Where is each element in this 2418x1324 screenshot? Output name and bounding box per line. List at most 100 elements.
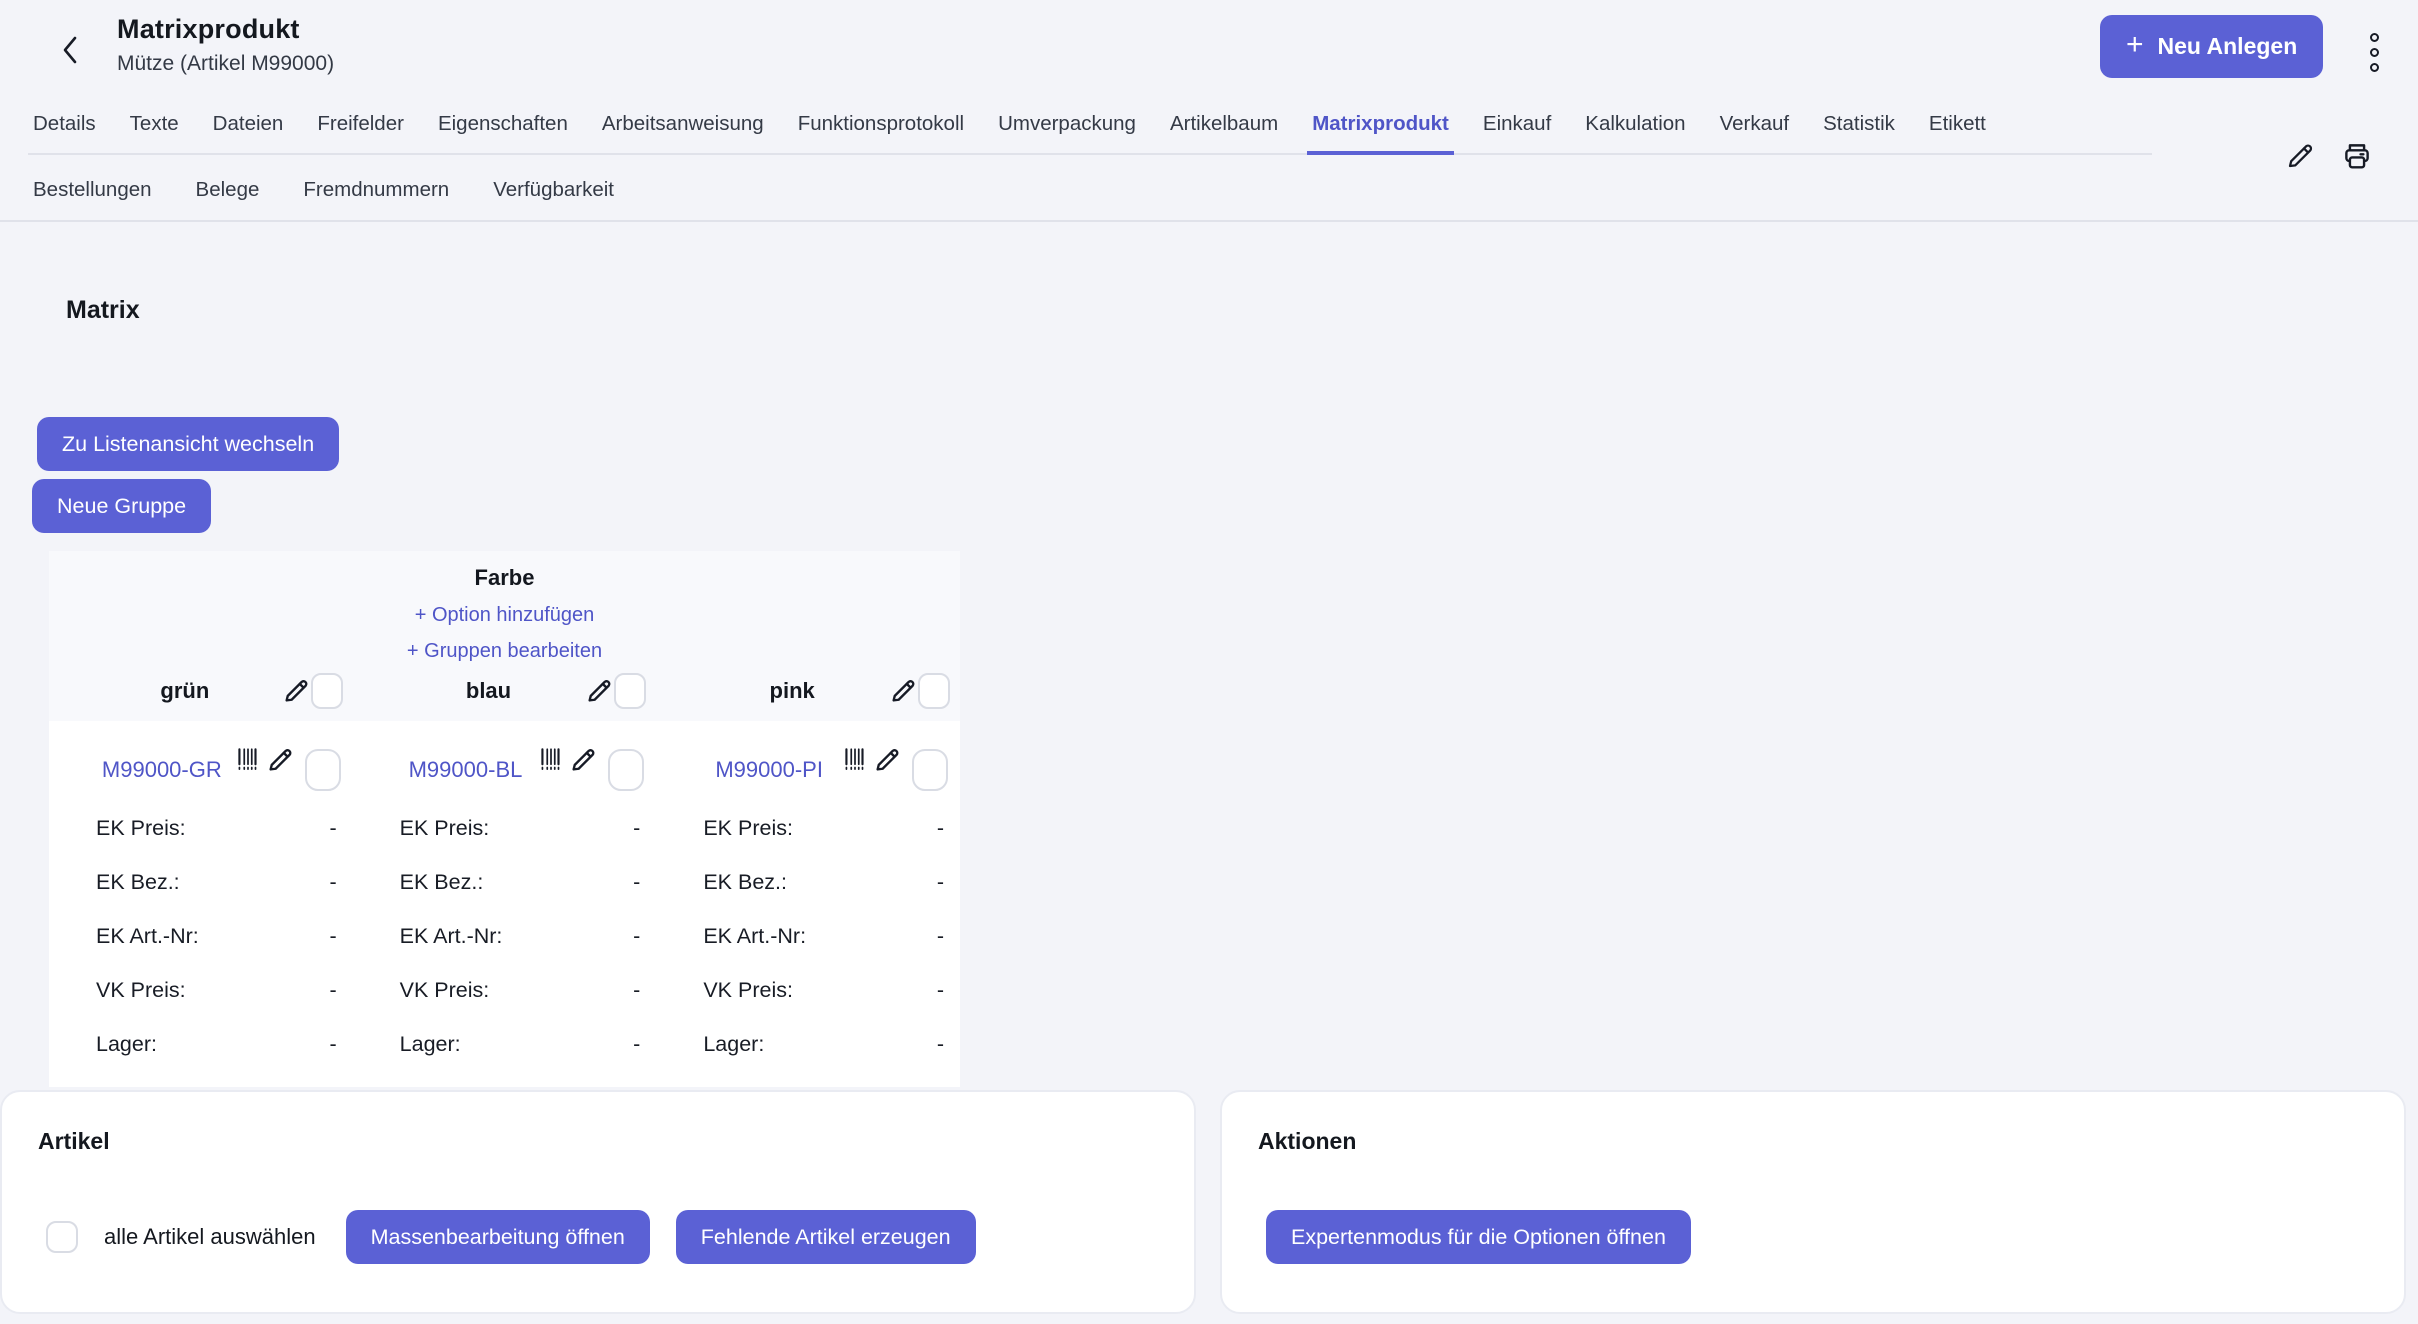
new-group-button[interactable]: Neue Gruppe <box>32 479 211 533</box>
tab-funktionsprotokoll[interactable]: Funktionsprotokoll <box>793 112 969 155</box>
tab-artikelbaum[interactable]: Artikelbaum <box>1165 112 1283 155</box>
edit-button[interactable] <box>2284 140 2316 172</box>
pencil-icon <box>872 745 902 775</box>
barcode-button[interactable] <box>842 745 868 775</box>
article-icons <box>842 745 902 775</box>
article-cell-bl: M99000-BL <box>353 739 657 801</box>
row-value: - <box>329 1032 336 1057</box>
new-create-label: Neu Anlegen <box>2158 33 2298 60</box>
tab-einkauf[interactable]: Einkauf <box>1478 112 1556 155</box>
tab-strip-tools <box>2284 139 2374 173</box>
option-header-pink: pink <box>656 673 960 709</box>
print-button[interactable] <box>2340 139 2374 173</box>
row-label: EK Bez.: <box>400 870 484 895</box>
matrix-table: Farbe + Option hinzufügen + Gruppen bear… <box>49 551 960 1087</box>
tab-umverpackung[interactable]: Umverpackung <box>993 112 1141 155</box>
option-checkbox[interactable] <box>614 673 646 709</box>
actions-card: Aktionen Expertenmodus für die Optionen … <box>1220 1090 2406 1314</box>
pencil-icon <box>584 676 614 706</box>
back-button[interactable] <box>48 28 92 72</box>
row-value: - <box>329 816 336 841</box>
tab-fremdnummern[interactable]: Fremdnummern <box>298 178 454 202</box>
barcode-icon <box>842 745 868 775</box>
row-value: - <box>937 870 944 895</box>
row-value: - <box>633 924 640 949</box>
tab-eigenschaften[interactable]: Eigenschaften <box>433 112 573 155</box>
group-title: Farbe <box>49 565 960 591</box>
article-row: M99000-GR M99000-BL M99000 <box>49 739 960 801</box>
row-value: - <box>633 816 640 841</box>
option-header-row: grün blau pink <box>49 673 960 721</box>
row-label: VK Preis: <box>703 978 793 1003</box>
tab-matrixprodukt[interactable]: Matrixprodukt <box>1307 112 1454 155</box>
matrix-table-body: M99000-GR M99000-BL M99000 <box>49 721 960 1087</box>
edit-article-button[interactable] <box>265 745 295 775</box>
row-label: EK Preis: <box>703 816 793 841</box>
table-row: Lager:- Lager:- Lager:- <box>49 1017 960 1071</box>
tab-strip-primary: Details Texte Dateien Freifelder Eigensc… <box>28 112 2152 155</box>
row-label: Lager: <box>703 1032 764 1057</box>
barcode-button[interactable] <box>538 745 564 775</box>
tab-details[interactable]: Details <box>28 112 101 155</box>
row-value: - <box>329 870 336 895</box>
table-row: EK Bez.:- EK Bez.:- EK Bez.:- <box>49 855 960 909</box>
add-option-link[interactable]: + Option hinzufügen <box>49 604 960 627</box>
edit-option-button[interactable] <box>281 676 311 706</box>
bulk-edit-button[interactable]: Massenbearbeitung öffnen <box>346 1210 650 1264</box>
table-row: EK Preis: - EK Preis: - EK Preis: - <box>49 801 960 855</box>
printer-icon <box>2340 139 2374 173</box>
tab-belege[interactable]: Belege <box>191 178 265 202</box>
matrixprodukt-page: Matrixprodukt Mütze (Artikel M99000) + N… <box>0 0 2418 1324</box>
edit-option-button[interactable] <box>584 676 614 706</box>
row-value: - <box>633 978 640 1003</box>
tab-statistik[interactable]: Statistik <box>1818 112 1900 155</box>
tab-bestellungen[interactable]: Bestellungen <box>28 178 157 202</box>
tab-arbeitsanweisung[interactable]: Arbeitsanweisung <box>597 112 769 155</box>
row-label: EK Preis: <box>400 816 490 841</box>
barcode-icon <box>235 745 261 775</box>
article-link[interactable]: M99000-BL <box>393 757 539 783</box>
tab-verkauf[interactable]: Verkauf <box>1715 112 1795 155</box>
row-label: Lager: <box>400 1032 461 1057</box>
edit-article-button[interactable] <box>872 745 902 775</box>
expert-mode-button[interactable]: Expertenmodus für die Optionen öffnen <box>1266 1210 1691 1264</box>
option-checkbox[interactable] <box>918 673 950 709</box>
barcode-icon <box>538 745 564 775</box>
article-checkbox[interactable] <box>608 749 644 791</box>
create-missing-articles-button[interactable]: Fehlende Artikel erzeugen <box>676 1210 976 1264</box>
articles-card: Artikel alle Artikel auswählen Massenbea… <box>0 1090 1196 1314</box>
option-name: blau <box>393 678 585 704</box>
barcode-button[interactable] <box>235 745 261 775</box>
row-value: - <box>937 1032 944 1057</box>
row-value: - <box>937 978 944 1003</box>
tab-verfuegbarkeit[interactable]: Verfügbarkeit <box>488 178 619 202</box>
kebab-menu-button[interactable] <box>2366 29 2383 76</box>
row-label: VK Preis: <box>96 978 186 1003</box>
row-label: EK Art.-Nr: <box>703 924 806 949</box>
tab-freifelder[interactable]: Freifelder <box>312 112 409 155</box>
tab-dateien[interactable]: Dateien <box>208 112 289 155</box>
pencil-icon <box>2284 140 2316 172</box>
article-checkbox[interactable] <box>912 749 948 791</box>
edit-option-button[interactable] <box>888 676 918 706</box>
row-value: - <box>329 978 336 1003</box>
row-value: - <box>937 816 944 841</box>
tab-kalkulation[interactable]: Kalkulation <box>1580 112 1690 155</box>
edit-article-button[interactable] <box>568 745 598 775</box>
edit-groups-link[interactable]: + Gruppen bearbeiten <box>49 640 960 663</box>
pencil-icon <box>281 676 311 706</box>
row-label: EK Preis: <box>96 816 186 841</box>
kebab-dot-icon <box>2370 33 2379 42</box>
new-create-button[interactable]: + Neu Anlegen <box>2100 15 2323 78</box>
select-all-checkbox[interactable] <box>46 1221 78 1253</box>
page-subtitle: Mütze (Artikel M99000) <box>117 52 334 76</box>
article-checkbox[interactable] <box>305 749 341 791</box>
tab-texte[interactable]: Texte <box>125 112 184 155</box>
option-checkbox[interactable] <box>311 673 343 709</box>
switch-to-list-view-button[interactable]: Zu Listenansicht wechseln <box>37 417 339 471</box>
article-link[interactable]: M99000-GR <box>89 757 235 783</box>
article-link[interactable]: M99000-PI <box>696 757 842 783</box>
row-label: EK Art.-Nr: <box>96 924 199 949</box>
option-name: grün <box>89 678 281 704</box>
tab-etikett[interactable]: Etikett <box>1924 112 1991 155</box>
